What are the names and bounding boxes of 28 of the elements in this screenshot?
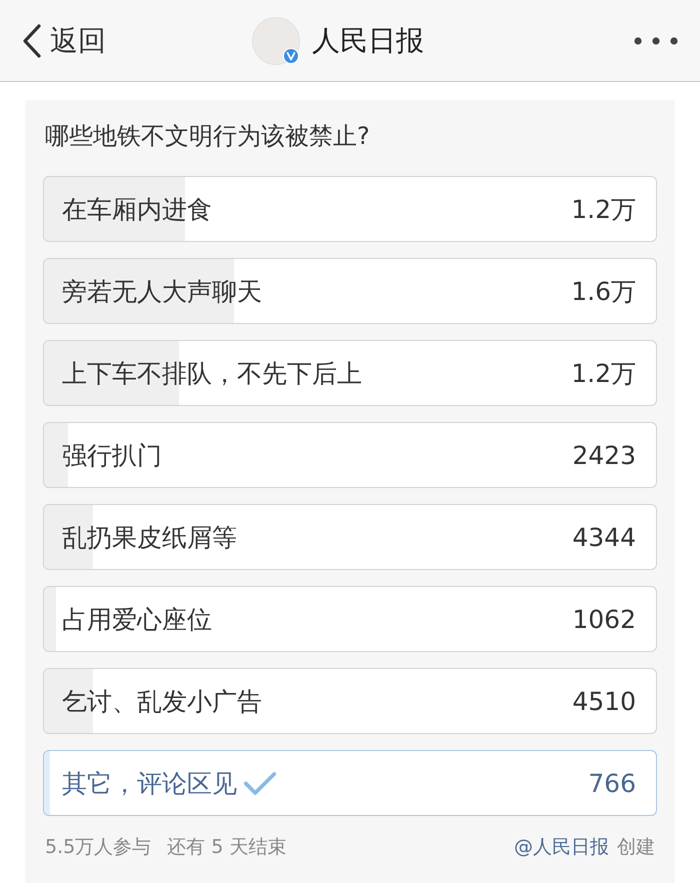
poll-option[interactable]: 上下车不排队，不先下后上 1.2万 [43, 340, 657, 406]
poll-option[interactable]: 其它，评论区见 766 [43, 750, 657, 816]
checkmark-icon [243, 770, 277, 796]
poll-question: 哪些地铁不文明行为该被禁止? [44, 121, 371, 152]
participant-count: 5.5万人参与 [45, 835, 152, 860]
vote-count: 1062 [572, 604, 636, 634]
account-name: 人民日报 [312, 22, 424, 58]
vote-count: 4510 [572, 686, 636, 716]
back-button[interactable]: 返回 [22, 22, 106, 60]
created-label: 创建 [617, 835, 655, 860]
poll-option[interactable]: 乱扔果皮纸屑等 4344 [43, 504, 657, 570]
poll-option[interactable]: 占用爱心座位 1062 [43, 586, 657, 652]
creator-link[interactable]: @人民日报 [514, 834, 609, 860]
avatar[interactable] [252, 16, 300, 64]
vote-count: 766 [588, 768, 636, 798]
vote-count: 2423 [572, 440, 636, 470]
vote-count: 1.2万 [571, 358, 636, 390]
vote-count: 4344 [572, 522, 636, 552]
poll-option[interactable]: 强行扒门 2423 [43, 422, 657, 488]
poll-option[interactable]: 乞讨、乱发小广告 4510 [43, 668, 657, 734]
poll-option[interactable]: 在车厢内进食 1.2万 [43, 176, 657, 242]
more-icon[interactable] [634, 36, 678, 44]
vote-count: 1.2万 [571, 194, 636, 226]
vote-count: 1.6万 [571, 276, 636, 308]
time-remaining: 还有 5 天结束 [167, 835, 286, 860]
chevron-left-icon [22, 24, 42, 58]
verified-badge-icon [283, 48, 299, 64]
poll-option[interactable]: 旁若无人大声聊天 1.6万 [43, 258, 657, 324]
